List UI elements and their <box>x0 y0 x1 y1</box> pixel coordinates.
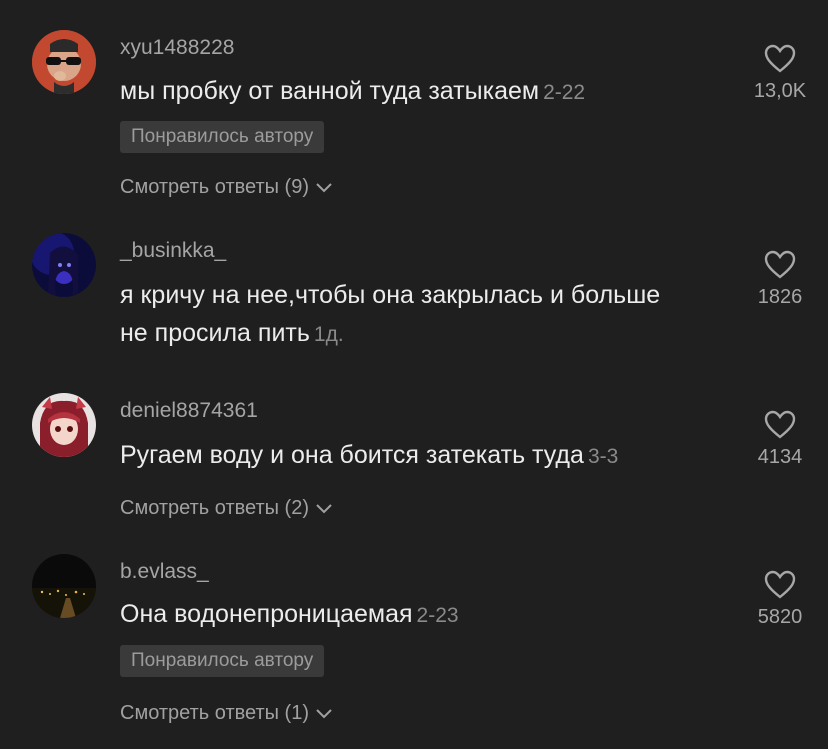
heart-icon <box>764 44 796 73</box>
comment-text: Она водонепроницаемая 2-23 <box>120 595 680 635</box>
like-count: 1826 <box>757 286 803 308</box>
chevron-down-icon <box>316 182 332 192</box>
like-count: 5820 <box>757 606 803 628</box>
user-avatar-night-city-icon <box>32 554 96 618</box>
user-avatar-blue-portrait-icon <box>32 233 96 297</box>
like-button[interactable]: 4134 <box>735 410 825 469</box>
avatar[interactable] <box>32 554 96 618</box>
comment-text: мы пробку от ванной туда затыкаем 2-22 <box>120 72 680 112</box>
like-button[interactable]: 1826 <box>735 250 825 309</box>
chevron-down-icon <box>316 503 332 513</box>
view-replies-button[interactable]: Смотреть ответы (2) <box>120 497 333 520</box>
liked-by-author-badge: Понравилось автору <box>120 645 325 677</box>
avatar[interactable] <box>32 393 96 457</box>
liked-by-author-badge: Понравилось автору <box>120 121 325 153</box>
heart-icon <box>764 250 796 279</box>
view-replies-label: Смотреть ответы (1) <box>120 702 309 724</box>
comment-date: 2-22 <box>543 81 586 104</box>
comment-date: 3-3 <box>587 445 619 468</box>
like-count: 13,0K <box>753 80 807 102</box>
like-button[interactable]: 5820 <box>735 570 825 629</box>
comment-username[interactable]: b.evlass_ <box>120 560 209 584</box>
comment-username[interactable]: xyu1488228 <box>120 36 234 60</box>
comment-body: Ругаем воду и она боится затекать туда <box>120 441 584 469</box>
comment-text: Ругаем воду и она боится затекать туда 3-… <box>120 436 680 476</box>
user-avatar-anime-icon <box>32 393 96 457</box>
heart-icon <box>764 410 796 439</box>
view-replies-button[interactable]: Смотреть ответы (1) <box>120 702 333 725</box>
view-replies-button[interactable]: Смотреть ответы (9) <box>120 176 333 199</box>
heart-icon <box>764 570 796 599</box>
comment-text: я кричу на нее,чтобы она закрылась и бол… <box>120 276 680 354</box>
comment-body: я кричу на нее,чтобы она закрылась и бол… <box>120 281 661 347</box>
comment-date: 1д. <box>313 323 344 346</box>
view-replies-label: Смотреть ответы (9) <box>120 176 309 198</box>
view-replies-label: Смотреть ответы (2) <box>120 497 309 519</box>
avatar[interactable] <box>32 233 96 297</box>
comment-body: Она водонепроницаемая <box>120 600 413 628</box>
like-count: 4134 <box>757 446 803 468</box>
comment-body: мы пробку от ванной туда затыкаем <box>120 77 540 105</box>
comment-username[interactable]: _businkka_ <box>120 239 226 263</box>
comment-date: 2-23 <box>416 604 459 627</box>
chevron-down-icon <box>316 708 332 718</box>
avatar[interactable] <box>32 30 96 94</box>
comment-username[interactable]: deniel8874361 <box>120 399 258 423</box>
user-avatar-sunglasses-icon <box>32 30 96 94</box>
like-button[interactable]: 13,0K <box>735 44 825 103</box>
